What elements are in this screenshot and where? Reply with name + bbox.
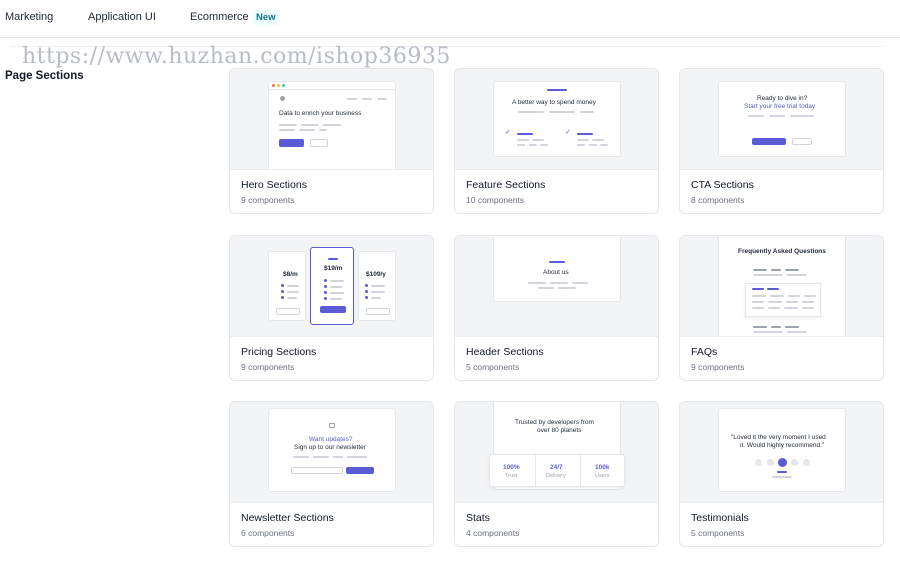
tab-application-ui[interactable]: Application UI xyxy=(88,11,156,23)
card-pricing-sections[interactable]: $8/m $19/m $109/y Pricing Sections 9 com… xyxy=(229,235,434,381)
card-title: Hero Sections xyxy=(241,179,307,191)
top-nav: Marketing Application UI Ecommerce New xyxy=(0,0,900,38)
hero-preview-headline: Data to enrich your business xyxy=(279,110,362,117)
price-tier-3: $109/y xyxy=(366,271,386,278)
card-hero-sections[interactable]: Data to enrich your business Hero Sectio… xyxy=(229,68,434,214)
new-badge: New xyxy=(252,10,280,25)
card-count: 5 components xyxy=(466,362,520,372)
pricing-preview: $8/m $19/m $109/y xyxy=(230,236,433,337)
card-faqs[interactable]: Frequently Asked Questions FAQs 9 compon… xyxy=(679,235,884,381)
card-header-sections[interactable]: About us Header Sections 5 components xyxy=(454,235,659,381)
testimonial-preview-line1: "Loved it the very moment I used xyxy=(731,434,826,441)
feature-preview-headline: A better way to spend money xyxy=(512,99,596,106)
header-preview-headline: About us xyxy=(543,269,569,276)
check-icon: ✓ xyxy=(505,129,511,136)
card-title: Newsletter Sections xyxy=(241,512,334,524)
card-title: FAQs xyxy=(691,346,718,358)
check-icon: ✓ xyxy=(565,129,571,136)
watermark: https://www.huzhan.com/ishop36935 xyxy=(22,44,451,69)
hero-preview: Data to enrich your business xyxy=(230,69,433,170)
stat-label-2: Delivery xyxy=(546,473,566,479)
stat-label-3: Users xyxy=(595,473,610,479)
card-title: CTA Sections xyxy=(691,179,754,191)
stats-preview-line2: over 80 planets xyxy=(537,427,582,434)
card-count: 9 components xyxy=(691,362,745,372)
newsletter-preview: Want updates? Sign up to our newsletter xyxy=(230,402,433,503)
card-feature-sections[interactable]: A better way to spend money ✓ ✓ Feature … xyxy=(454,68,659,214)
card-title: Pricing Sections xyxy=(241,346,317,358)
card-testimonials[interactable]: "Loved it the very moment I used it. Wou… xyxy=(679,401,884,547)
card-stats[interactable]: Trusted by developers from over 80 plane… xyxy=(454,401,659,547)
stat-label-1: Trust xyxy=(505,473,518,479)
card-count: 9 components xyxy=(241,195,295,205)
card-count: 5 components xyxy=(691,528,745,538)
stats-preview-line1: Trusted by developers from xyxy=(515,419,594,426)
card-title: Testimonials xyxy=(691,512,749,524)
tab-ecommerce[interactable]: Ecommerce xyxy=(190,11,249,23)
card-count: 8 components xyxy=(691,195,745,205)
card-count: 6 components xyxy=(241,528,295,538)
cta-preview-line2: Start your free trial today xyxy=(744,103,816,110)
cta-preview: Ready to dive in? Start your free trial … xyxy=(680,69,883,170)
faqs-preview-headline: Frequently Asked Questions xyxy=(738,248,826,255)
newsletter-preview-line2: Sign up to our newsletter xyxy=(294,444,366,451)
stat-value-2: 24/7 xyxy=(550,464,563,471)
stat-value-1: 100% xyxy=(503,464,520,471)
stat-value-3: 100k xyxy=(595,464,610,471)
card-title: Feature Sections xyxy=(466,179,546,191)
price-tier-2: $19/m xyxy=(324,265,343,272)
testimonial-preview-line2: it. Would highly recommend." xyxy=(740,442,825,449)
card-count: 9 components xyxy=(241,362,295,372)
feature-preview: A better way to spend money ✓ ✓ xyxy=(455,69,658,170)
tab-marketing[interactable]: Marketing xyxy=(5,11,53,23)
card-title: Stats xyxy=(466,512,490,524)
card-cta-sections[interactable]: Ready to dive in? Start your free trial … xyxy=(679,68,884,214)
mail-icon xyxy=(329,423,335,428)
newsletter-preview-line1: Want updates? xyxy=(309,436,353,443)
header-preview: About us xyxy=(455,236,658,337)
card-title: Header Sections xyxy=(466,346,544,358)
cta-preview-line1: Ready to dive in? xyxy=(757,95,808,102)
faqs-preview: Frequently Asked Questions xyxy=(680,236,883,337)
stats-preview: Trusted by developers from over 80 plane… xyxy=(455,402,658,503)
testimonials-preview: "Loved it the very moment I used it. Wou… xyxy=(680,402,883,503)
card-count: 10 components xyxy=(466,195,525,205)
active-avatar xyxy=(778,458,787,467)
card-count: 4 components xyxy=(466,528,520,538)
price-tier-1: $8/m xyxy=(283,271,298,278)
page-sections-heading: Page Sections xyxy=(5,70,84,82)
card-newsletter-sections[interactable]: Want updates? Sign up to our newsletter … xyxy=(229,401,434,547)
